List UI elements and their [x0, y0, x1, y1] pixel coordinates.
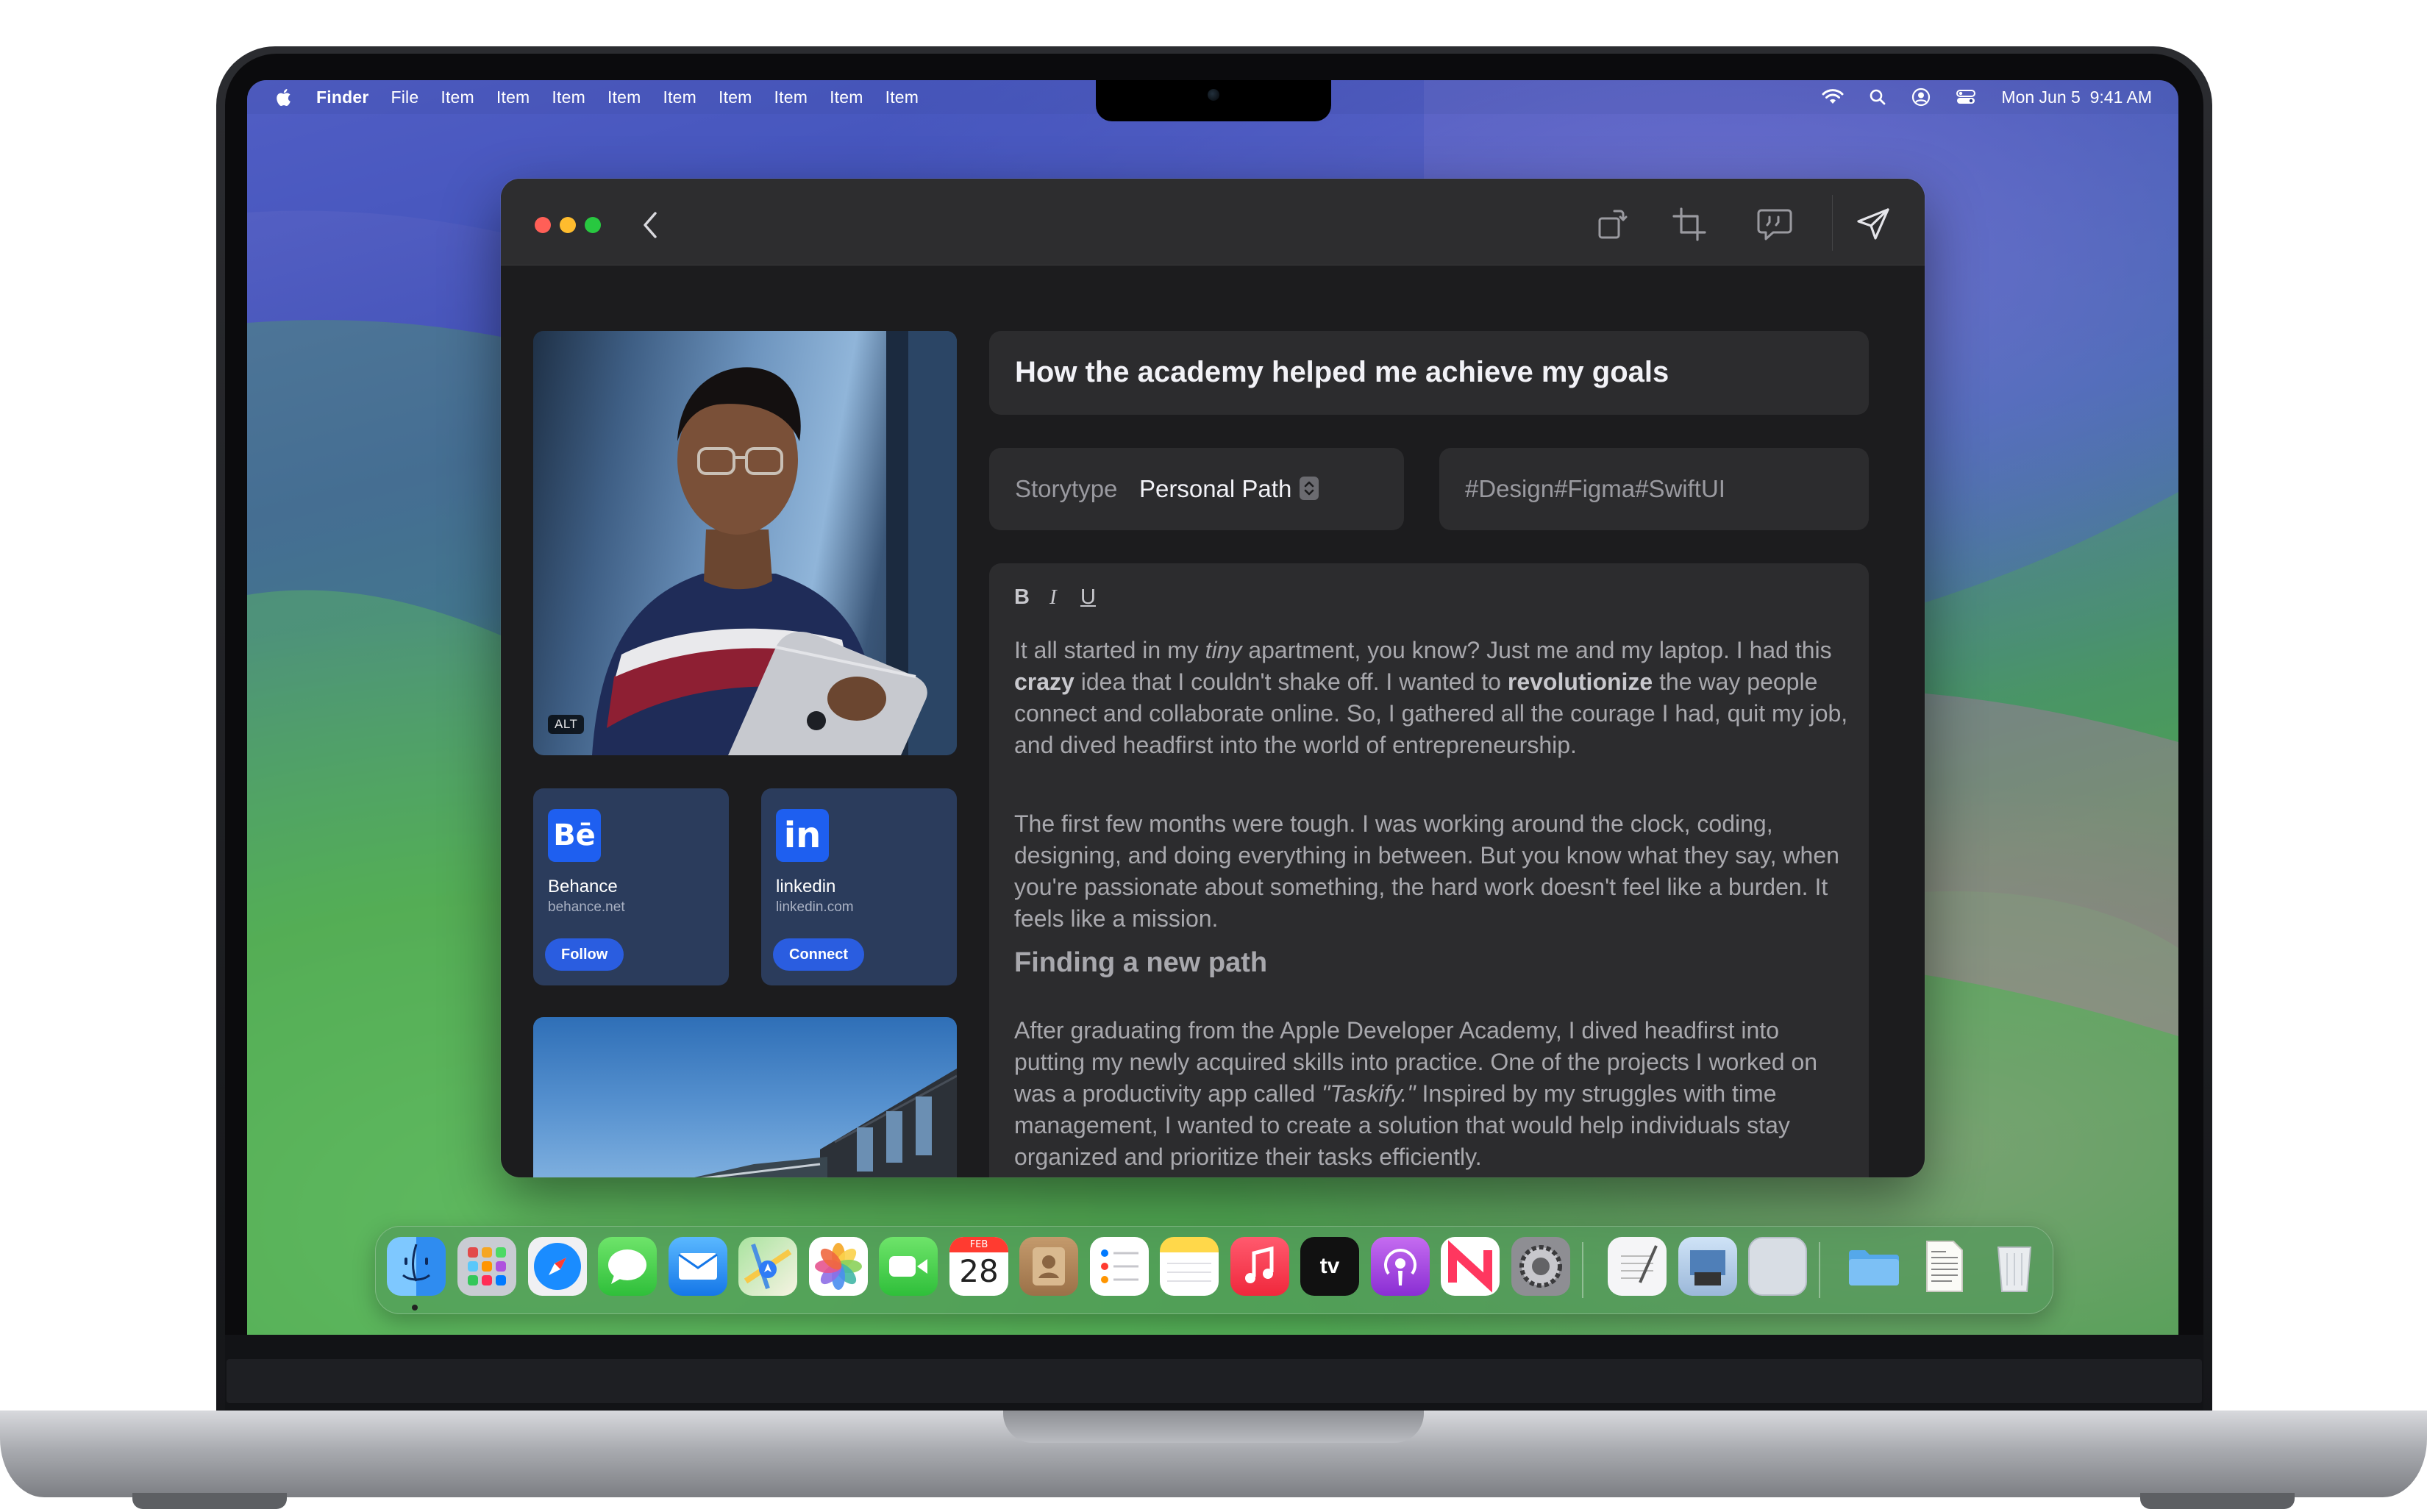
connect-button[interactable]: Connect	[773, 938, 864, 971]
storytype-value: Personal Path	[1139, 475, 1292, 502]
window-content: ALT Bē Behance behance.net Follow in lin…	[501, 265, 1925, 1177]
chevron-updown-icon[interactable]	[1300, 477, 1319, 500]
apple-tv-label: tv	[1319, 1254, 1340, 1278]
photos-icon[interactable]	[809, 1237, 868, 1296]
rotate-icon[interactable]	[1591, 204, 1632, 245]
toolbar-divider	[1832, 195, 1833, 251]
maps-icon[interactable]	[738, 1237, 797, 1296]
menu-clock[interactable]: Mon Jun 5 9:41 AM	[2001, 88, 2152, 107]
menu-item[interactable]: Item	[719, 88, 752, 107]
linkedin-card[interactable]: in linkedin linkedin.com Connect	[761, 788, 957, 985]
menu-item[interactable]: Item	[774, 88, 808, 107]
story-title-field[interactable]: How the academy helped me achieve my goa…	[989, 331, 1869, 415]
textedit-icon[interactable]	[1608, 1237, 1667, 1296]
messages-icon[interactable]	[598, 1237, 657, 1296]
desktop-screen: Finder File Item Item Item Item Item Ite…	[247, 80, 2178, 1335]
quote-bubble-icon[interactable]	[1754, 204, 1795, 245]
menu-item[interactable]: Item	[663, 88, 696, 107]
italic-button[interactable]: I	[1049, 585, 1057, 610]
building-photo[interactable]	[533, 1017, 957, 1177]
behance-domain: behance.net	[548, 899, 625, 915]
music-icon[interactable]	[1230, 1237, 1289, 1296]
alt-text-badge[interactable]: ALT	[548, 715, 585, 734]
preview-icon[interactable]	[1678, 1237, 1737, 1296]
menu-item[interactable]: Item	[496, 88, 530, 107]
launchpad-icon[interactable]	[457, 1237, 516, 1296]
menu-item[interactable]: Item	[607, 88, 641, 107]
window-toolbar	[501, 179, 1925, 265]
laptop-foot-right	[2140, 1493, 2295, 1509]
dock-divider	[1582, 1242, 1583, 1298]
tags-text: #Design#Figma#SwiftUI	[1465, 475, 1725, 502]
behance-card[interactable]: Bē Behance behance.net Follow	[533, 788, 729, 985]
paragraph-2: The first few months were tough. I was w…	[1014, 810, 1839, 932]
laptop-opening-notch	[1003, 1411, 1424, 1443]
menu-item[interactable]: Item	[441, 88, 474, 107]
user-icon[interactable]	[1911, 88, 1931, 107]
behance-name: Behance	[548, 877, 618, 896]
finder-running-indicator	[412, 1305, 418, 1310]
story-title: How the academy helped me achieve my goa…	[1015, 356, 1669, 388]
podcasts-icon[interactable]	[1371, 1237, 1430, 1296]
storytype-label: Storytype	[1015, 475, 1118, 502]
minimize-window-button[interactable]	[560, 217, 576, 233]
linkedin-name: linkedin	[776, 877, 836, 896]
story-photo[interactable]: ALT	[533, 331, 957, 755]
notes-icon[interactable]	[1160, 1237, 1219, 1296]
apple-menu-icon[interactable]	[275, 86, 294, 108]
menu-item[interactable]: Item	[885, 88, 919, 107]
search-icon[interactable]	[1869, 88, 1886, 106]
laptop-foot-left	[132, 1493, 287, 1509]
laptop-hinge	[227, 1359, 2202, 1403]
paragraph-3: After graduating from the Apple Develope…	[1014, 1017, 1818, 1170]
folder-icon[interactable]	[1845, 1237, 1903, 1296]
calendar-month: FEB	[949, 1237, 1008, 1252]
trash-icon[interactable]	[1985, 1237, 2044, 1296]
safari-icon[interactable]	[528, 1237, 587, 1296]
apple-tv-icon[interactable]: tv	[1300, 1237, 1359, 1296]
blank-app-icon[interactable]	[1748, 1237, 1807, 1296]
finder-icon[interactable]	[387, 1237, 446, 1296]
linkedin-logo-icon: in	[776, 809, 829, 862]
control-center-icon[interactable]	[1956, 88, 1976, 106]
paragraph-1: It all started in my tiny apartment, you…	[1014, 637, 1848, 758]
calendar-icon[interactable]: FEB 28	[949, 1237, 1008, 1296]
camera-notch	[1096, 80, 1331, 121]
tags-field[interactable]: #Design#Figma#SwiftUI	[1439, 448, 1869, 530]
menu-item[interactable]: Item	[552, 88, 585, 107]
send-icon[interactable]	[1853, 204, 1894, 245]
dock-divider	[1819, 1242, 1820, 1298]
story-editor-window: ALT Bē Behance behance.net Follow in lin…	[501, 179, 1925, 1177]
menu-file[interactable]: File	[391, 88, 418, 107]
system-settings-icon[interactable]	[1511, 1237, 1570, 1296]
menu-item[interactable]: Item	[830, 88, 863, 107]
wifi-icon[interactable]	[1822, 89, 1844, 105]
calendar-day: 28	[959, 1253, 999, 1289]
section-heading: Finding a new path	[1014, 947, 1268, 978]
document-icon[interactable]	[1915, 1237, 1974, 1296]
mail-icon[interactable]	[669, 1237, 727, 1296]
linkedin-domain: linkedin.com	[776, 899, 854, 915]
bold-button[interactable]: B	[1014, 585, 1030, 610]
back-icon[interactable]	[632, 207, 669, 243]
fullscreen-window-button[interactable]	[585, 217, 601, 233]
contacts-icon[interactable]	[1019, 1237, 1078, 1296]
news-icon[interactable]	[1441, 1237, 1500, 1296]
crop-icon[interactable]	[1669, 204, 1710, 245]
underline-button[interactable]: U	[1080, 585, 1096, 610]
storytype-selector[interactable]: Storytype Personal Path	[989, 448, 1404, 530]
story-body-editor[interactable]: B I U It all started in my tiny apartmen…	[989, 563, 1869, 1177]
behance-logo-icon: Bē	[548, 809, 601, 862]
close-window-button[interactable]	[535, 217, 551, 233]
facetime-icon[interactable]	[879, 1237, 938, 1296]
follow-button[interactable]: Follow	[545, 938, 624, 971]
menu-app-name[interactable]: Finder	[316, 88, 368, 107]
reminders-icon[interactable]	[1090, 1237, 1149, 1296]
